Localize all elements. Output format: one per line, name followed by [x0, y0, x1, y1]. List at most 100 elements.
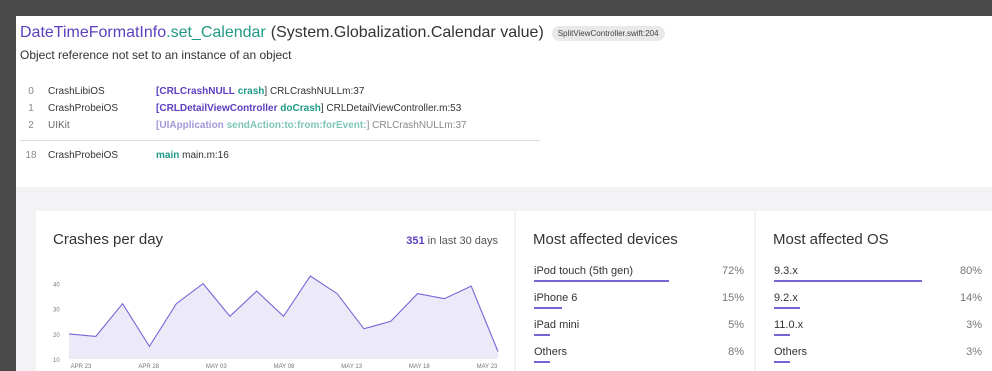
list-item-label[interactable]: iPhone 6 — [534, 292, 577, 304]
source-file-badge[interactable]: SplitViewController.swift:204 — [551, 25, 665, 41]
list-item-bar — [774, 307, 800, 309]
frame-library: CrashProbeiOS — [48, 150, 119, 161]
x-tick-label: MAY 23 — [477, 364, 498, 370]
chart-data-point[interactable] — [175, 302, 178, 305]
list-item[interactable]: iPhone 6 15% — [534, 286, 744, 313]
list-item-bar — [774, 361, 790, 363]
list-item-percent: 8% — [728, 346, 744, 358]
list-item[interactable]: iPad mini 5% — [534, 313, 744, 340]
frame-method: main — [156, 150, 180, 161]
os-list: 9.3.x 80% 9.2.x 14% 11.0.x 3% Others 3% — [774, 259, 982, 367]
list-item-label[interactable]: iPad mini — [534, 319, 579, 331]
x-tick-label: APR 28 — [138, 364, 159, 370]
chart-data-point[interactable] — [416, 292, 419, 295]
crash-signature: (System.Globalization.Calendar value) — [270, 24, 544, 41]
frame-number: 1 — [28, 103, 34, 114]
frame-method: crash — [237, 86, 265, 97]
crash-class-name[interactable]: DateTimeFormatInfo — [20, 24, 166, 42]
y-tick-label: 10 — [53, 358, 60, 364]
chart-data-point[interactable] — [202, 282, 205, 285]
list-item-percent: 80% — [959, 265, 982, 277]
frame-class: UIApplication — [159, 120, 224, 131]
list-item[interactable]: 9.2.x 14% — [774, 286, 982, 313]
frame-symbol: [UIApplication sendAction:to:from:forEve… — [156, 120, 467, 131]
frame-bracket-close: ] — [366, 120, 370, 131]
x-tick-label: APR 23 — [71, 364, 92, 370]
list-item-bar — [534, 280, 669, 282]
list-item-percent: 3% — [966, 319, 982, 331]
x-tick-label: MAY 13 — [341, 364, 362, 370]
y-tick-label: 20 — [53, 333, 60, 339]
frame-class: CRLDetailViewController — [159, 103, 278, 114]
frame-library: UIKit — [48, 120, 70, 131]
chart-data-point[interactable] — [68, 332, 71, 335]
list-item[interactable]: 11.0.x 3% — [774, 313, 982, 340]
y-tick-label: 40 — [53, 283, 60, 289]
list-item-percent: 3% — [966, 346, 982, 358]
stack-frame[interactable]: 0 CrashLibiOS [CRLCrashNULL crash] CRLCras… — [20, 83, 540, 100]
chart-data-point[interactable] — [497, 350, 500, 353]
chart-data-point[interactable] — [309, 275, 312, 278]
list-item-percent: 72% — [721, 265, 744, 277]
frame-bracket-close: ] — [320, 103, 324, 114]
list-item-label[interactable]: 11.0.x — [774, 319, 803, 331]
crash-title: DateTimeFormatInfo .set_Calendar (System… — [20, 24, 665, 42]
list-item-label[interactable]: Others — [774, 346, 807, 358]
stack-frame[interactable]: 2 UIKit [UIApplication sendAction:to:from:… — [20, 117, 540, 134]
list-item[interactable]: iPod touch (5th gen) 72% — [534, 259, 744, 286]
frame-symbol: [CRLDetailViewController doCrash] CRLDet… — [156, 103, 461, 114]
list-item-label[interactable]: iPod touch (5th gen) — [534, 265, 633, 277]
chart-data-point[interactable] — [148, 345, 151, 348]
list-item-bar — [534, 307, 563, 309]
frame-method: sendAction:to:from:forEvent: — [226, 120, 367, 131]
list-item-label[interactable]: Others — [534, 346, 567, 358]
list-item[interactable]: Others 3% — [774, 340, 982, 367]
chart-data-point[interactable] — [363, 327, 366, 330]
chart-data-point[interactable] — [255, 290, 258, 293]
frame-class: CRLCrashNULL — [159, 86, 235, 97]
crash-method-name[interactable]: .set_Calendar — [166, 24, 266, 42]
analytics-panels: Crashes per day 351 in last 30 days 10 20… — [36, 211, 992, 371]
os-panel-title: Most affected OS — [773, 231, 889, 248]
chart-data-point[interactable] — [336, 292, 339, 295]
frame-file: main.m:16 — [182, 150, 229, 161]
list-item[interactable]: Others 8% — [534, 340, 744, 367]
frame-file: CRLCrashNULLm:37 — [372, 120, 467, 131]
frame-library: CrashLibiOS — [48, 86, 105, 97]
chart-data-point[interactable] — [228, 315, 231, 318]
stack-frame-main[interactable]: 18 CrashProbeiOS main main.m:16 — [20, 147, 540, 164]
frame-symbol: [CRLCrashNULL crash] CRLCrashNULLm:37 — [156, 86, 364, 97]
list-item-percent: 5% — [728, 319, 744, 331]
chart-data-point[interactable] — [443, 297, 446, 300]
frame-file: CRLDetailViewController.m:53 — [326, 103, 462, 114]
frame-file: CRLCrashNULLm:37 — [269, 86, 365, 97]
frame-method: doCrash — [280, 103, 321, 114]
chart-data-point[interactable] — [470, 285, 473, 288]
frame-library: CrashProbeiOS — [48, 103, 119, 114]
frame-number: 2 — [28, 120, 34, 131]
crashes-chart: 10 20 30 40 APR 23 APR 28 MAY 03 MAY 08 MAY 13 MA… — [53, 275, 500, 370]
stack-frame[interactable]: 1 CrashProbeiOS [CRLDetailViewController d… — [20, 100, 540, 117]
stack-trace: 0 CrashLibiOS [CRLCrashNULL crash] CRLCras… — [20, 83, 540, 164]
list-item-label[interactable]: 9.2.x — [774, 292, 798, 304]
crash-details-window: DateTimeFormatInfo .set_Calendar (System… — [16, 16, 992, 371]
list-item-label[interactable]: 9.3.x — [774, 265, 798, 277]
chart-data-point[interactable] — [121, 302, 124, 305]
list-item-bar — [534, 361, 550, 363]
chart-data-point[interactable] — [389, 320, 392, 323]
stack-trace-divider — [20, 140, 540, 141]
list-item-percent: 14% — [959, 292, 982, 304]
affected-devices-panel: Most affected devices iPod touch (5th ge… — [516, 211, 754, 371]
list-item-bar — [774, 280, 922, 282]
list-item-bar — [534, 334, 550, 336]
x-tick-label: MAY 18 — [409, 364, 430, 370]
list-item[interactable]: 9.3.x 80% — [774, 259, 982, 286]
devices-panel-title: Most affected devices — [533, 231, 678, 248]
chart-data-point[interactable] — [282, 315, 285, 318]
crash-header-card: DateTimeFormatInfo .set_Calendar (System… — [16, 16, 992, 187]
frame-number: 18 — [25, 150, 37, 161]
list-item-bar — [774, 334, 790, 336]
affected-os-panel: Most affected OS 9.3.x 80% 9.2.x 14% 11.0.x 3… — [756, 211, 992, 371]
frame-symbol: main main.m:16 — [156, 150, 229, 161]
chart-data-point[interactable] — [94, 335, 97, 338]
